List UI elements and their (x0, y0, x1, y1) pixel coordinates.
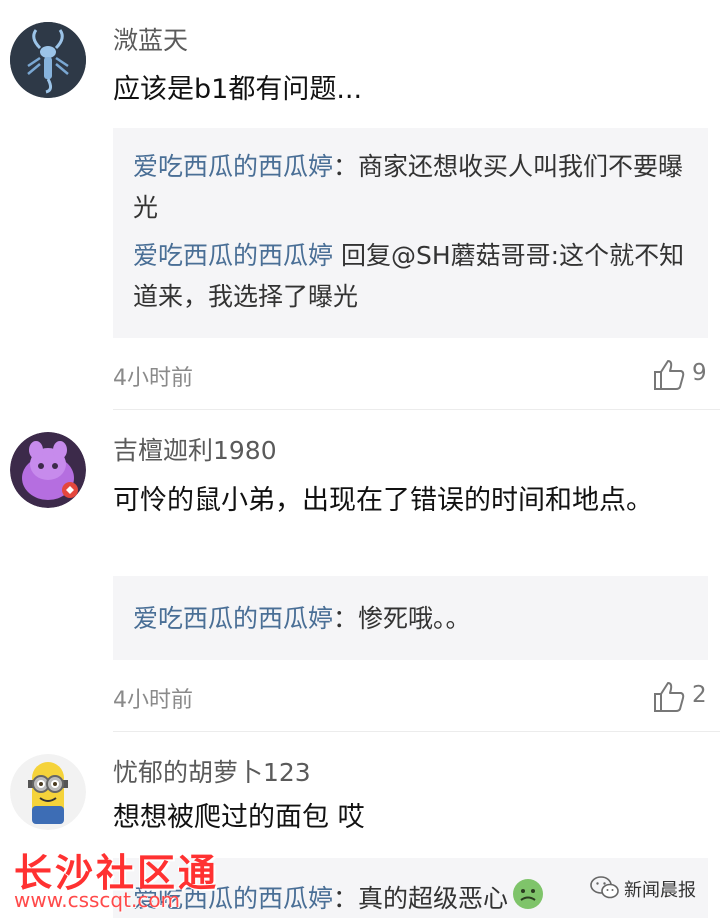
reply-item[interactable]: 爱吃西瓜的西瓜婷 回复@SH蘑菇哥哥:这个就不知道来，我选择了曝光 (133, 235, 693, 317)
reply-author[interactable]: 爱吃西瓜的西瓜婷 (133, 152, 333, 181)
comment-time: 4小时前 (113, 688, 193, 713)
thumbs-up-icon (654, 360, 685, 390)
comment-2: 吉檀迦利1980 可怜的鼠小弟，出现在了错误的时间和地点。 爱吃西瓜的西瓜婷：惨… (0, 410, 720, 732)
like-button[interactable]: 2 (652, 680, 712, 714)
user-avatar[interactable] (10, 432, 86, 508)
reply-author[interactable]: 爱吃西瓜的西瓜婷 (133, 241, 333, 270)
thumbs-up-icon (654, 682, 685, 712)
user-avatar[interactable] (10, 754, 86, 830)
reply-list[interactable]: 爱吃西瓜的西瓜婷：惨死哦。。 (113, 576, 708, 660)
username[interactable]: 溦蓝天 (113, 21, 188, 57)
reply-author[interactable]: 爱吃西瓜的西瓜婷 (133, 604, 333, 633)
like-count: 9 (692, 360, 707, 386)
reply-text: 真的超级恶心 (358, 884, 509, 913)
username[interactable]: 吉檀迦利1980 (113, 431, 277, 467)
user-avatar[interactable] (10, 22, 86, 98)
reply-item[interactable]: 爱吃西瓜的西瓜婷：惨死哦。。 (133, 598, 693, 639)
reply-separator: 回复@SH蘑菇哥哥: (333, 241, 560, 270)
watermark-site-url: www.csscqt.com (14, 888, 181, 912)
like-count: 2 (692, 682, 707, 708)
watermark-source: 新闻晨报 (624, 880, 696, 901)
comment-text: 应该是b1都有问题... (113, 74, 363, 105)
like-button[interactable]: 9 (652, 358, 712, 392)
reply-text: 惨死哦。。 (358, 604, 471, 633)
nauseated-face-icon (512, 878, 544, 922)
username[interactable]: 忧郁的胡萝卜123 (113, 753, 311, 789)
reply-list[interactable]: 爱吃西瓜的西瓜婷：商家还想收买人叫我们不要曝光 爱吃西瓜的西瓜婷 回复@SH蘑菇… (113, 128, 708, 338)
reply-separator: ： (333, 884, 359, 913)
wechat-icon (590, 876, 619, 899)
site-watermark: 长沙社区通 www.csscqt.com (14, 842, 244, 918)
reply-separator: ： (333, 152, 359, 181)
comment-time: 4小时前 (113, 366, 193, 391)
source-watermark: 新闻晨报 (590, 873, 715, 903)
reply-separator: ： (333, 604, 359, 633)
comment-text: 想想被爬过的面包 哎 (113, 802, 365, 833)
reply-item[interactable]: 爱吃西瓜的西瓜婷：商家还想收买人叫我们不要曝光 (133, 146, 693, 228)
comment-text: 可怜的鼠小弟，出现在了错误的时间和地点。 (113, 485, 653, 516)
comment-1: 溦蓝天 应该是b1都有问题... 爱吃西瓜的西瓜婷：商家还想收买人叫我们不要曝光… (0, 0, 720, 410)
